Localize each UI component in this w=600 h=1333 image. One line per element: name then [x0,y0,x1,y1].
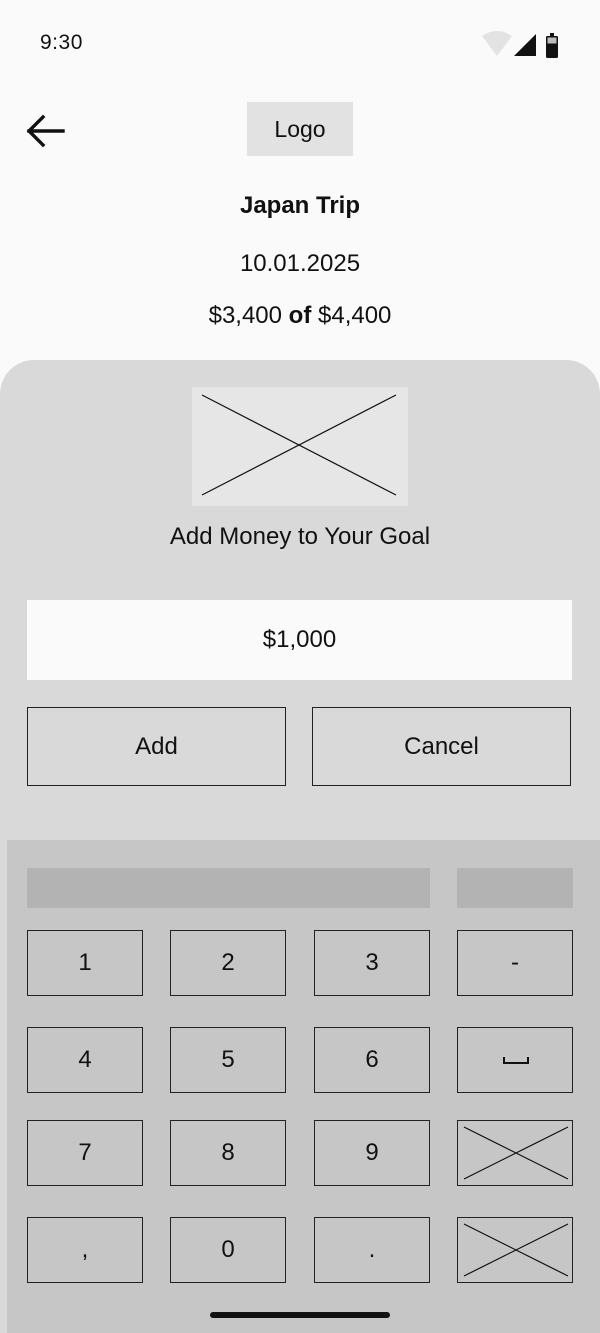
logo-label: Logo [274,115,326,142]
key-7[interactable]: 7 [27,1120,143,1186]
suggestion-bar [27,868,430,908]
placeholder-cross-icon [463,1223,569,1277]
key-minus[interactable]: - [457,930,573,996]
add-button-label: Add [135,732,178,760]
key-1[interactable]: 1 [27,930,143,996]
sheet-title: Add Money to Your Goal [169,523,431,550]
status-bar: 9:30 [0,0,600,88]
key-6[interactable]: 6 [314,1027,430,1093]
space-icon [503,1057,529,1064]
arrow-left-icon [26,114,65,148]
key-placeholder-1[interactable] [457,1120,573,1186]
battery-icon [546,33,558,58]
placeholder-cross-icon [463,1126,569,1180]
key-comma[interactable]: , [27,1217,143,1283]
key-2[interactable]: 2 [170,930,286,996]
image-placeholder [192,387,408,506]
key-4[interactable]: 4 [27,1027,143,1093]
key-5[interactable]: 5 [170,1027,286,1093]
key-space[interactable] [457,1027,573,1093]
key-3[interactable]: 3 [314,930,430,996]
signal-icon [514,34,536,56]
numeric-keyboard: 1 2 3 - 4 5 6 7 8 9 , 0 . [7,840,600,1333]
key-placeholder-2[interactable] [457,1217,573,1283]
home-indicator[interactable] [210,1312,390,1318]
wifi-icon [482,31,512,56]
cancel-button-label: Cancel [404,732,479,760]
goal-saved-amount: $3,400 [208,302,282,329]
cancel-button[interactable]: Cancel [312,707,571,786]
key-9[interactable]: 9 [314,1120,430,1186]
add-button[interactable]: Add [27,707,286,786]
logo: Logo [247,102,353,156]
back-button[interactable] [22,108,68,154]
key-period[interactable]: . [314,1217,430,1283]
key-8[interactable]: 8 [170,1120,286,1186]
goal-title: Japan Trip [239,192,361,219]
goal-date: 10.01.2025 [239,250,361,277]
goal-progress: $3,400 of $4,400 [0,302,600,330]
amount-input[interactable] [27,600,572,680]
status-icons [480,30,570,60]
goal-target-amount: $4,400 [318,302,392,329]
key-0[interactable]: 0 [170,1217,286,1283]
status-time: 9:30 [40,31,83,54]
suggestion-bar-action [457,868,573,908]
app-header: Logo [0,88,600,168]
goal-of-word: of [288,302,312,329]
